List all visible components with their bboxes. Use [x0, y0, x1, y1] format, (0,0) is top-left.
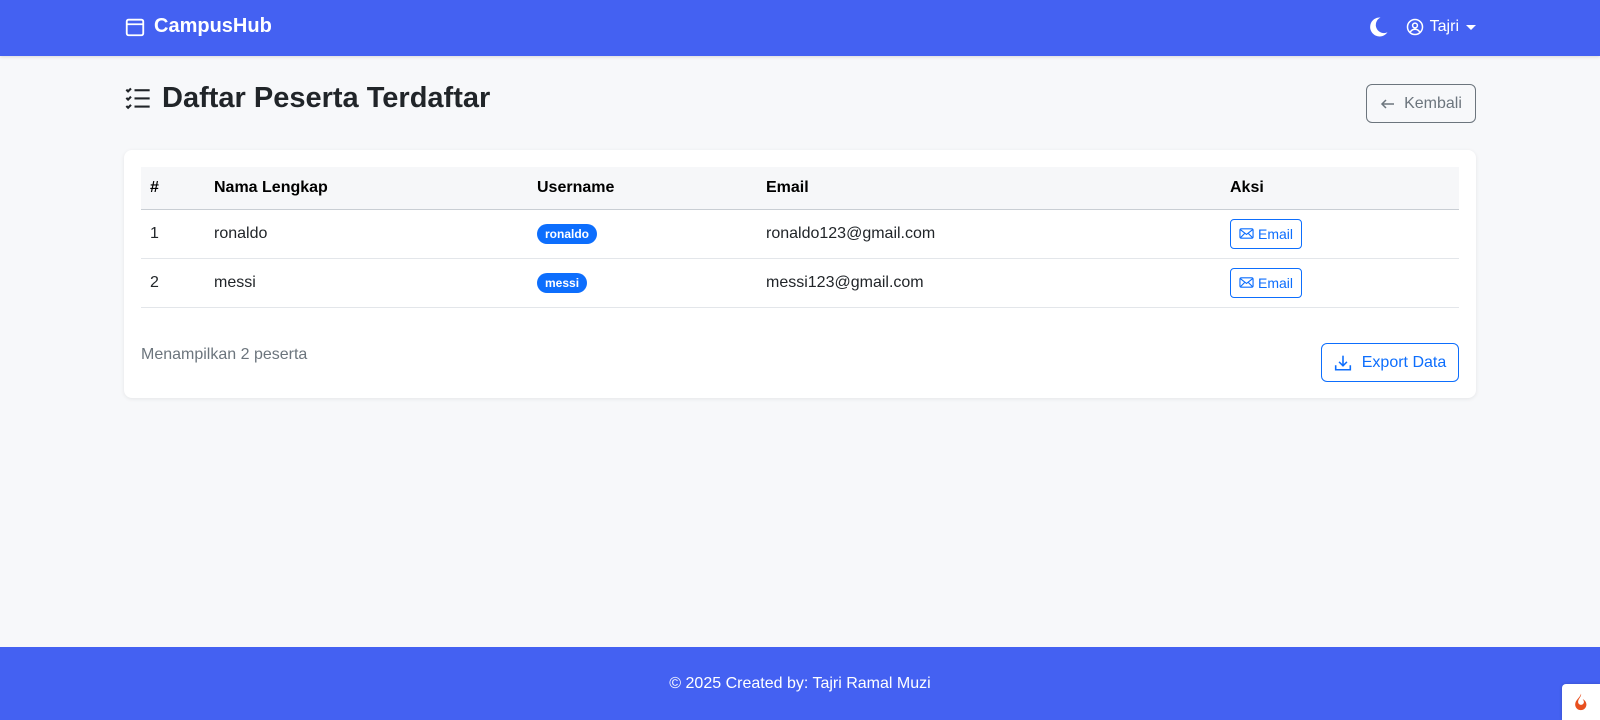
column-header-number: # [141, 167, 205, 210]
column-header-username: Username [528, 167, 757, 210]
theme-toggle-button[interactable] [1366, 15, 1390, 39]
flame-icon [1575, 693, 1587, 711]
participants-card: # Nama Lengkap Username Email Aksi 1 ron… [124, 150, 1476, 398]
user-circle-icon [1406, 18, 1423, 36]
calendar-icon [125, 18, 145, 36]
email-button-label: Email [1258, 225, 1294, 242]
row-action-cell: Email [1221, 209, 1459, 258]
table-row: 2 messi messi messi123@gmail.com Email [141, 258, 1459, 307]
corner-widget[interactable] [1562, 684, 1600, 720]
moon-icon [1369, 17, 1388, 37]
arrow-left-icon [1381, 98, 1395, 109]
username-badge: messi [537, 272, 588, 293]
back-button[interactable]: Kembali [1366, 84, 1476, 123]
email-button[interactable]: Email [1230, 267, 1303, 298]
list-check-icon [125, 87, 150, 109]
envelope-icon [1239, 277, 1254, 288]
navbar: CampusHub Tajri [0, 0, 1600, 56]
brand-name: CampusHub [154, 15, 272, 37]
brand-link[interactable]: CampusHub [124, 15, 272, 38]
participant-count: Menampilkan 2 peserta [141, 346, 308, 363]
column-header-action: Aksi [1221, 167, 1459, 210]
username-badge: ronaldo [537, 223, 597, 244]
column-header-email: Email [757, 167, 1221, 210]
page-title: Daftar Peserta Terdaftar [124, 82, 490, 115]
row-name: messi [214, 273, 256, 291]
row-action-cell: Email [1221, 258, 1459, 307]
export-data-button[interactable]: Export Data [1321, 343, 1459, 382]
page-footer: © 2025 Created by: Tajri Ramal Muzi [0, 647, 1600, 720]
footer-text: © 2025 Created by: Tajri Ramal Muzi [669, 674, 931, 692]
row-username-cell: messi [528, 258, 757, 307]
page-header: Daftar Peserta Terdaftar Kembali [124, 82, 1476, 124]
participants-table: # Nama Lengkap Username Email Aksi 1 ron… [141, 167, 1459, 308]
back-button-label: Kembali [1404, 94, 1462, 112]
table-row: 1 ronaldo ronaldo ronaldo123@gmail.com E… [141, 209, 1459, 258]
envelope-icon [1239, 228, 1254, 239]
user-dropdown[interactable]: Tajri [1406, 18, 1476, 36]
row-name: ronaldo [214, 224, 268, 242]
chevron-down-icon [1466, 24, 1476, 30]
export-button-label: Export Data [1361, 353, 1447, 371]
user-name: Tajri [1429, 18, 1459, 35]
navbar-right: Tajri [1366, 15, 1476, 39]
row-email: messi123@gmail.com [766, 273, 924, 291]
column-header-name: Nama Lengkap [205, 167, 528, 210]
row-email: ronaldo123@gmail.com [766, 224, 936, 242]
download-icon [1334, 355, 1351, 371]
email-button-label: Email [1258, 274, 1294, 291]
email-button[interactable]: Email [1230, 218, 1303, 249]
row-number: 1 [150, 224, 159, 242]
row-number: 2 [150, 273, 159, 291]
table-header-row: # Nama Lengkap Username Email Aksi [141, 167, 1459, 210]
row-username-cell: ronaldo [528, 209, 757, 258]
page-title-text: Daftar Peserta Terdaftar [162, 82, 491, 114]
